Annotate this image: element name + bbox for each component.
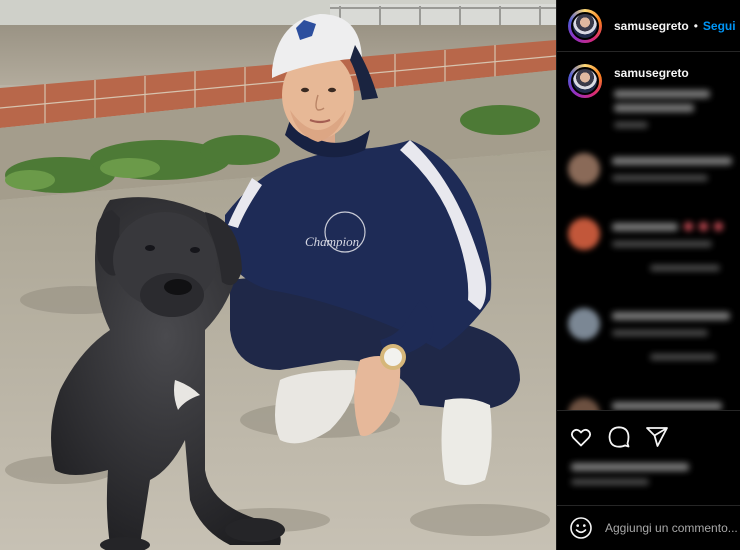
author-avatar[interactable] <box>568 8 602 43</box>
comment-text-blurred <box>612 157 732 185</box>
list-item <box>568 153 732 185</box>
commenter-avatar[interactable] <box>568 398 600 410</box>
likes-count-blurred <box>571 463 689 485</box>
list-item <box>568 308 730 360</box>
paper-plane-icon[interactable] <box>645 425 669 449</box>
caption-avatar[interactable] <box>568 64 602 98</box>
caption-text-blurred <box>614 90 710 128</box>
follow-button[interactable]: Segui <box>703 19 736 33</box>
caption-username[interactable]: samusegreto <box>614 66 689 80</box>
heart-icon[interactable] <box>569 425 593 449</box>
comment-input[interactable] <box>605 521 740 535</box>
post-side-panel: samusegreto • Segui samusegreto <box>556 0 740 550</box>
post-header: samusegreto • Segui <box>557 0 740 52</box>
caption: samusegreto <box>568 64 710 128</box>
comment-text-blurred <box>612 222 723 271</box>
comments-list[interactable]: samusegreto <box>557 53 740 410</box>
list-item <box>568 218 723 271</box>
commenter-avatar[interactable] <box>568 218 600 250</box>
smiley-icon[interactable] <box>569 516 593 540</box>
post-photo[interactable]: Champion <box>0 0 556 550</box>
photo-illustration: Champion <box>0 0 556 550</box>
list-item <box>568 398 722 410</box>
comment-icon[interactable] <box>607 425 631 449</box>
commenter-avatar[interactable] <box>568 308 600 340</box>
header-separator: • <box>693 18 698 33</box>
post-actions <box>557 410 740 505</box>
comment-text-blurred <box>612 312 730 360</box>
commenter-avatar[interactable] <box>568 153 600 185</box>
comment-text-blurred <box>612 402 722 410</box>
author-username[interactable]: samusegreto <box>614 19 689 33</box>
add-comment-bar <box>557 505 740 550</box>
